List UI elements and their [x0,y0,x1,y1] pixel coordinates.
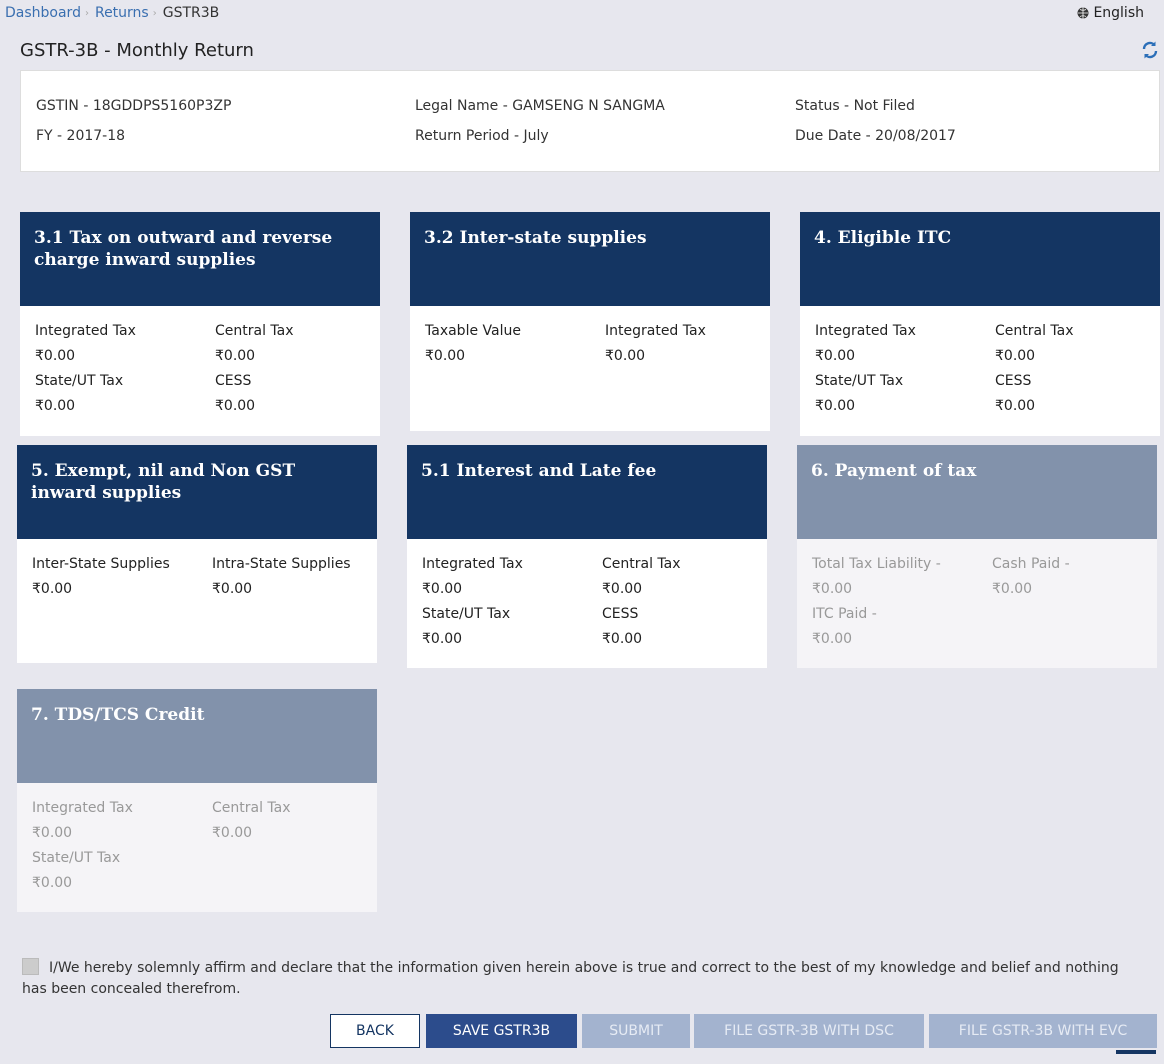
label: State/UT Tax [35,373,124,389]
refresh-icon[interactable] [1140,40,1160,60]
value: ₹0.00 [815,348,856,364]
value: ₹0.00 [995,398,1036,414]
label: State/UT Tax [815,373,904,389]
return-period: Return Period - July [415,128,549,144]
file-with-dsc-button[interactable]: FILE GSTR-3B WITH DSC [694,1014,924,1048]
label: Total Tax Liability - [812,556,941,572]
value: ₹0.00 [422,581,463,597]
gstin: GSTIN - 18GDDPS5160P3ZP [36,98,232,114]
value: ₹0.00 [602,631,643,647]
financial-year: FY - 2017-18 [36,128,126,144]
label: Central Tax [215,323,294,339]
value: ₹0.00 [212,825,253,841]
label: Inter-State Supplies [32,556,170,572]
card-6-payment-of-tax: 6. Payment of tax Total Tax Liability - … [797,445,1157,668]
card-5-1-interest-late-fee[interactable]: 5.1 Interest and Late fee Integrated Tax… [407,445,767,668]
value: ₹0.00 [812,631,853,647]
label: State/UT Tax [422,606,511,622]
card-title: 7. TDS/TCS Credit [17,689,377,783]
label: Central Tax [212,800,291,816]
label: Integrated Tax [35,323,136,339]
card-title[interactable]: 3.2 Inter-state supplies [410,212,770,306]
label: Central Tax [602,556,681,572]
label: Integrated Tax [815,323,916,339]
back-button[interactable]: BACK [330,1014,420,1048]
card-title[interactable]: 5. Exempt, nil and Non GST inward suppli… [17,445,377,539]
card-4-eligible-itc[interactable]: 4. Eligible ITC Integrated Tax Central T… [800,212,1160,436]
chevron-right-icon: › [84,7,89,19]
value: ₹0.00 [602,581,643,597]
value: ₹0.00 [815,398,856,414]
value: ₹0.00 [212,581,253,597]
value: ₹0.00 [812,581,853,597]
submit-button[interactable]: SUBMIT [582,1014,690,1048]
value: ₹0.00 [35,398,76,414]
language-label: English [1093,5,1144,21]
page-title: GSTR-3B - Monthly Return [20,40,254,61]
save-button[interactable]: SAVE GSTR3B [426,1014,577,1048]
value: ₹0.00 [995,348,1036,364]
declaration-text: I/We hereby solemnly affirm and declare … [22,960,1119,997]
breadcrumb: Dashboard › Returns › GSTR3B [5,5,219,21]
value: ₹0.00 [425,348,466,364]
value: ₹0.00 [32,875,73,891]
card-title[interactable]: 4. Eligible ITC [800,212,1160,306]
label: Integrated Tax [605,323,706,339]
breadcrumb-dashboard[interactable]: Dashboard [5,5,81,21]
card-5-exempt-nil-non-gst[interactable]: 5. Exempt, nil and Non GST inward suppli… [17,445,377,663]
value: ₹0.00 [215,398,256,414]
language-selector[interactable]: English [1077,5,1144,21]
chevron-right-icon: › [152,7,157,19]
card-title: 6. Payment of tax [797,445,1157,539]
globe-icon [1077,7,1089,19]
file-with-evc-button[interactable]: FILE GSTR-3B WITH EVC [929,1014,1157,1048]
label: CESS [995,373,1032,389]
breadcrumb-returns[interactable]: Returns [95,5,149,21]
return-info-panel: GSTIN - 18GDDPS5160P3ZP Legal Name - GAM… [20,70,1160,172]
label: CESS [215,373,252,389]
label: Integrated Tax [422,556,523,572]
label: State/UT Tax [32,850,121,866]
value: ₹0.00 [32,825,73,841]
card-title[interactable]: 5.1 Interest and Late fee [407,445,767,539]
value: ₹0.00 [32,581,73,597]
value: ₹0.00 [422,631,463,647]
scroll-indicator[interactable] [1116,1050,1156,1054]
card-title[interactable]: 3.1 Tax on outward and reverse charge in… [20,212,380,306]
label: Central Tax [995,323,1074,339]
label: Intra-State Supplies [212,556,351,572]
value: ₹0.00 [35,348,76,364]
card-7-tds-tcs-credit: 7. TDS/TCS Credit Integrated Tax Central… [17,689,377,912]
label: Cash Paid - [992,556,1070,572]
label: CESS [602,606,639,622]
label: Integrated Tax [32,800,133,816]
card-3-2-inter-state-supplies[interactable]: 3.2 Inter-state supplies Taxable Value I… [410,212,770,431]
declaration: I/We hereby solemnly affirm and declare … [22,958,1142,1000]
value: ₹0.00 [605,348,646,364]
label: ITC Paid - [812,606,877,622]
card-3-1-outward-supplies[interactable]: 3.1 Tax on outward and reverse charge in… [20,212,380,436]
value: ₹0.00 [215,348,256,364]
breadcrumb-current: GSTR3B [162,5,220,21]
value: ₹0.00 [992,581,1033,597]
status: Status - Not Filed [795,98,915,114]
due-date: Due Date - 20/08/2017 [795,128,956,144]
label: Taxable Value [425,323,521,339]
declaration-checkbox[interactable] [22,958,39,975]
legal-name: Legal Name - GAMSENG N SANGMA [415,98,665,114]
